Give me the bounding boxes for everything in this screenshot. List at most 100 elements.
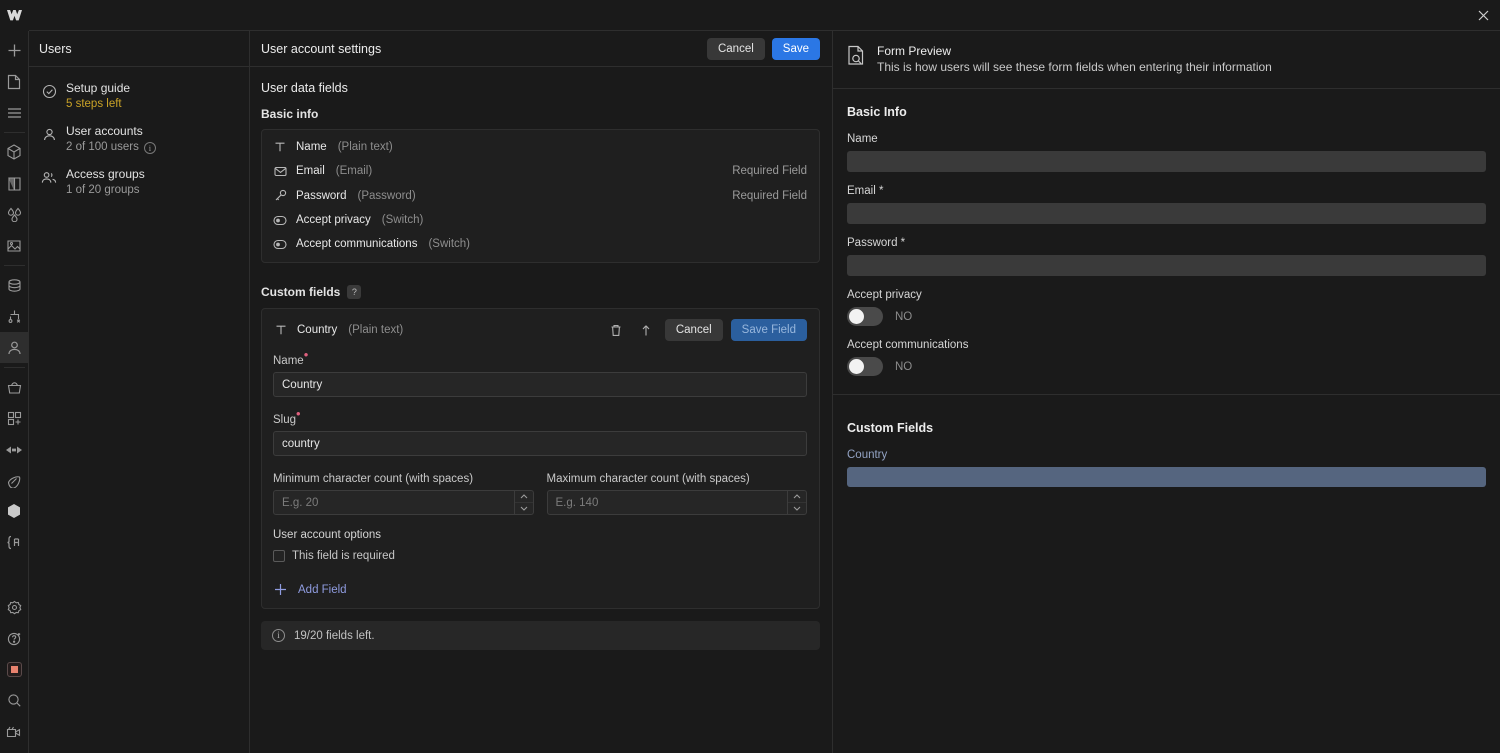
- field-row-name[interactable]: Name (Plain text): [262, 135, 819, 159]
- info-icon[interactable]: i: [143, 141, 156, 154]
- cancel-field-button[interactable]: Cancel: [664, 319, 723, 341]
- preview-input[interactable]: [847, 151, 1486, 172]
- add-field-button[interactable]: Add Field: [273, 583, 807, 596]
- min-char-col: Minimum character count (with spaces): [273, 469, 534, 515]
- required-checkbox[interactable]: [273, 550, 285, 562]
- max-char-wrap: [546, 490, 807, 515]
- pages-icon[interactable]: [0, 66, 28, 97]
- preview-input-highlighted[interactable]: [847, 467, 1486, 487]
- user-account-options-title: User account options: [273, 529, 382, 541]
- top-bar: [0, 0, 1500, 31]
- app-root: Users Setup guide 5 steps left User acco…: [0, 0, 1500, 753]
- search-icon[interactable]: [0, 685, 28, 716]
- trash-icon[interactable]: [605, 319, 627, 341]
- basic-info-list: Name (Plain text) Email (Email) Required…: [262, 130, 819, 262]
- video-icon[interactable]: [0, 716, 28, 747]
- preview-toggle[interactable]: [847, 357, 883, 376]
- sidebar-item-sublabel: 2 of 100 users: [66, 141, 139, 153]
- field-row-accept-communications[interactable]: Accept communications (Switch): [262, 232, 819, 256]
- field-row-password[interactable]: Password (Password) Required Field: [262, 183, 819, 208]
- preview-switch-row: NO: [847, 357, 1486, 376]
- preview-input[interactable]: [847, 255, 1486, 276]
- max-char-col: Maximum character count (with spaces): [546, 469, 807, 515]
- sidebar-item-sublabel: 1 of 20 groups: [66, 184, 140, 196]
- interactions-icon[interactable]: [0, 434, 28, 465]
- switch-icon: [272, 215, 288, 226]
- sidebar-item-users[interactable]: [0, 332, 28, 363]
- save-button[interactable]: Save: [771, 37, 820, 60]
- key-icon: [272, 189, 288, 202]
- components-icon[interactable]: [0, 137, 28, 168]
- code-icon[interactable]: [0, 527, 28, 558]
- rail-divider: [3, 265, 25, 266]
- apps-icon[interactable]: [0, 403, 28, 434]
- stepper-up-icon[interactable]: [514, 491, 533, 503]
- sidebar-item-setup-guide[interactable]: Setup guide 5 steps left: [29, 75, 249, 118]
- custom-field-editor-header: Country (Plain text) Cancel Save Field: [273, 319, 807, 341]
- preview-field-name: Name: [847, 133, 1486, 172]
- cancel-button[interactable]: Cancel: [706, 37, 765, 60]
- fields-left-text: 19/20 fields left.: [294, 629, 375, 642]
- max-char-input[interactable]: [546, 490, 807, 515]
- form-preview-subtitle: This is how users will see these form fi…: [877, 60, 1272, 74]
- webflow-logo-icon[interactable]: [0, 0, 29, 31]
- field-type: (Plain text): [337, 141, 393, 153]
- custom-field-name: Country: [297, 324, 338, 336]
- sidebar-item-text: Access groups 1 of 20 groups: [66, 167, 145, 198]
- text-icon: [273, 324, 289, 336]
- form-preview-body: Basic Info Name Email * Password * Accep…: [833, 89, 1500, 753]
- min-char-stepper[interactable]: [513, 491, 533, 514]
- field-name: Accept communications: [296, 238, 418, 250]
- switch-icon: [272, 239, 288, 250]
- users-panel-list: Setup guide 5 steps left User accounts 2…: [29, 67, 249, 204]
- move-up-icon[interactable]: [635, 319, 657, 341]
- field-row-accept-privacy[interactable]: Accept privacy (Switch): [262, 208, 819, 232]
- cms-icon[interactable]: [0, 270, 28, 301]
- field-slug-input[interactable]: [273, 431, 807, 456]
- stepper-down-icon[interactable]: [788, 503, 806, 514]
- libraries-icon[interactable]: [0, 496, 28, 527]
- preview-input[interactable]: [847, 203, 1486, 224]
- audit-icon[interactable]: [0, 465, 28, 496]
- field-slug-block: Slug•: [273, 407, 807, 456]
- custom-field-editor: Country (Plain text) Cancel Save Field N…: [262, 309, 819, 608]
- preview-field-accept-privacy: Accept privacy NO: [847, 289, 1486, 326]
- variables-icon[interactable]: [0, 199, 28, 230]
- field-row-email[interactable]: Email (Email) Required Field: [262, 159, 819, 183]
- sidebar-item-access-groups[interactable]: Access groups 1 of 20 groups: [29, 161, 249, 204]
- help-icon[interactable]: ?: [347, 285, 362, 299]
- preview-switch-row: NO: [847, 307, 1486, 326]
- preview-custom-fields-heading: Custom Fields: [847, 421, 934, 435]
- assets-icon[interactable]: [0, 230, 28, 261]
- stepper-up-icon[interactable]: [788, 491, 806, 503]
- logic-icon[interactable]: [0, 301, 28, 332]
- preview-divider: [833, 394, 1500, 395]
- rail-divider: [3, 132, 25, 133]
- custom-fields-header: Custom fields ?: [261, 285, 820, 299]
- text-icon: [272, 141, 288, 153]
- color-swatch: [6, 662, 22, 677]
- help-icon[interactable]: [0, 623, 28, 654]
- preview-field-country: Country: [847, 449, 1486, 487]
- required-checkbox-row[interactable]: This field is required: [273, 550, 807, 562]
- min-char-input[interactable]: [273, 490, 534, 515]
- ecommerce-icon[interactable]: [0, 372, 28, 403]
- field-type: (Password): [357, 189, 416, 202]
- navigator-icon[interactable]: [0, 97, 28, 128]
- fields-left-notice: i 19/20 fields left.: [261, 621, 820, 650]
- style-panel-icon[interactable]: [0, 168, 28, 199]
- max-char-stepper[interactable]: [787, 491, 806, 514]
- color-swatch-icon[interactable]: [0, 654, 28, 685]
- settings-header: User account settings Cancel Save: [250, 31, 832, 67]
- stepper-down-icon[interactable]: [515, 503, 533, 514]
- custom-field-editor-card: Country (Plain text) Cancel Save Field N…: [261, 308, 820, 609]
- user-data-fields-title: User data fields: [261, 81, 348, 95]
- settings-icon[interactable]: [0, 592, 28, 623]
- save-field-button[interactable]: Save Field: [730, 319, 807, 341]
- close-icon[interactable]: [1466, 0, 1500, 31]
- sidebar-item-user-accounts[interactable]: User accounts 2 of 100 users i: [29, 118, 249, 161]
- field-name-input[interactable]: [273, 372, 807, 397]
- preview-toggle[interactable]: [847, 307, 883, 326]
- min-char-label: Minimum character count (with spaces): [273, 473, 474, 485]
- add-icon[interactable]: [0, 35, 28, 66]
